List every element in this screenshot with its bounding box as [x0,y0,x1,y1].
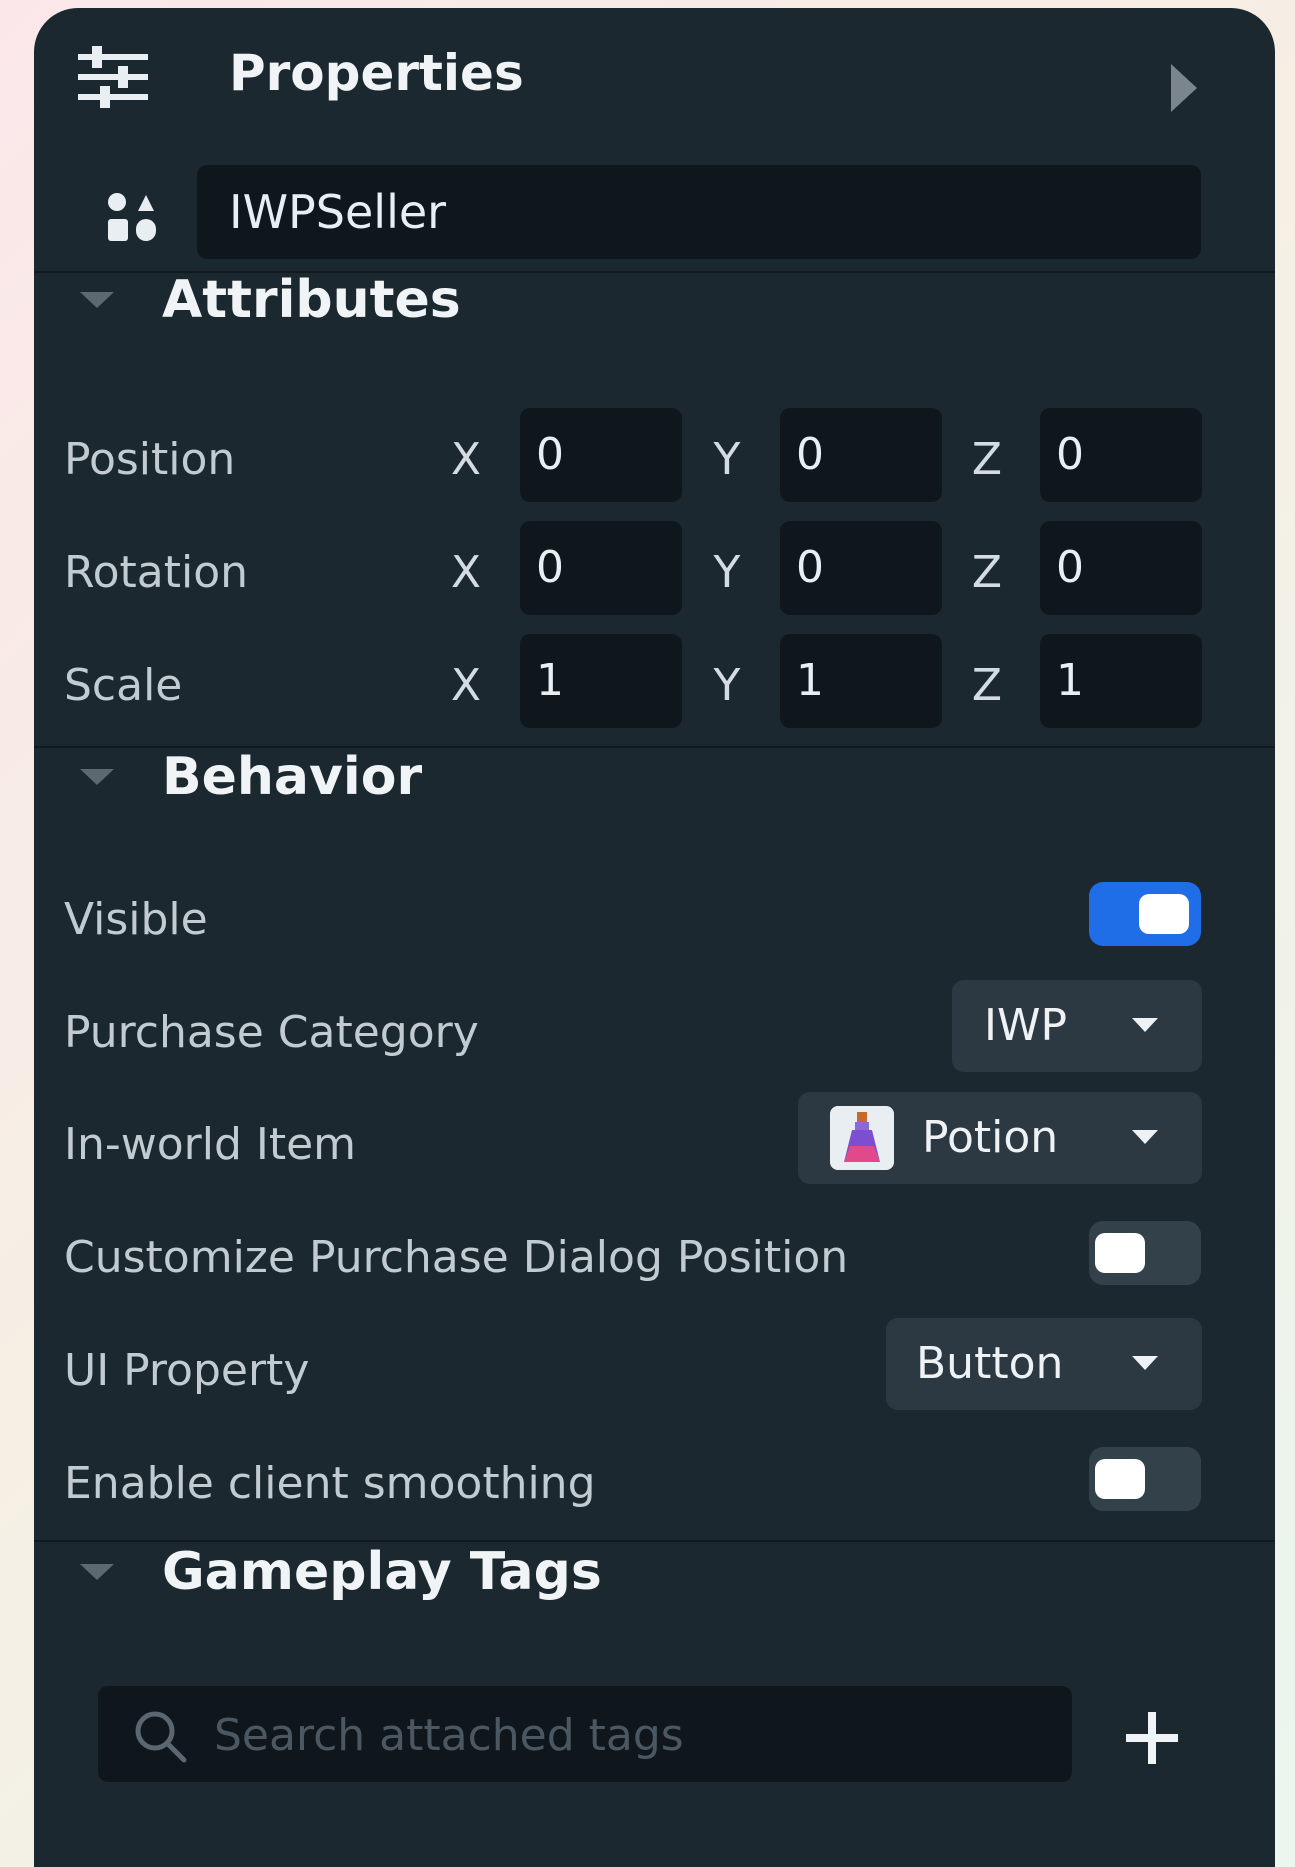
purchase-category-label: Purchase Category [64,1007,479,1058]
axis-z-label: Z [971,547,1003,598]
axis-y-label: Y [713,434,741,485]
client-smoothing-toggle[interactable] [1089,1447,1201,1511]
collapse-panel-icon[interactable] [1171,64,1197,112]
properties-panel: Properties IWPSeller Attributes Position… [34,8,1275,1867]
chevron-down-icon [1132,1018,1158,1032]
ui-property-dropdown[interactable]: Button [886,1318,1202,1410]
visible-label: Visible [64,894,208,945]
rotation-y-field[interactable]: 0 [780,521,942,615]
tag-search-input[interactable] [212,1686,1056,1784]
gameplay-tags-section-header[interactable]: Gameplay Tags [34,1532,1275,1612]
chevron-down-icon [1132,1356,1158,1370]
customize-dialog-label: Customize Purchase Dialog Position [64,1232,849,1283]
axis-z-label: Z [971,660,1003,711]
customize-dialog-toggle[interactable] [1089,1221,1201,1285]
visible-toggle[interactable] [1089,882,1201,946]
toggle-knob [1095,1459,1145,1499]
search-icon [135,1711,187,1763]
toggle-knob [1095,1233,1145,1273]
section-title-behavior: Behavior [162,747,423,807]
add-tag-icon[interactable] [1124,1710,1180,1766]
scale-label: Scale [64,660,183,711]
axis-y-label: Y [713,660,741,711]
tag-search-box[interactable] [98,1686,1072,1784]
sliders-icon [78,46,148,108]
ui-property-value: Button [916,1338,1064,1389]
in-world-item-label: In-world Item [64,1119,357,1170]
client-smoothing-label: Enable client smoothing [64,1458,596,1509]
axis-x-label: X [450,434,482,485]
attributes-section-header[interactable]: Attributes [34,260,1275,340]
object-name-field[interactable]: IWPSeller [197,165,1201,259]
ui-property-label: UI Property [64,1345,310,1396]
axis-x-label: X [450,660,482,711]
collapse-caret-icon[interactable] [80,292,114,308]
rotation-x-field[interactable]: 0 [520,521,682,615]
scale-x-field[interactable]: 1 [520,634,682,728]
panel-header: Properties [34,8,1275,158]
collapse-caret-icon[interactable] [80,769,114,785]
section-title-gameplay-tags: Gameplay Tags [162,1542,602,1602]
object-type-icon [108,193,156,241]
collapse-caret-icon[interactable] [80,1564,114,1580]
purchase-category-value: IWP [984,1000,1068,1051]
scale-z-field[interactable]: 1 [1040,634,1202,728]
position-z-field[interactable]: 0 [1040,408,1202,502]
position-y-field[interactable]: 0 [780,408,942,502]
axis-y-label: Y [713,547,741,598]
potion-icon [830,1106,894,1170]
in-world-item-value: Potion [922,1112,1059,1163]
chevron-down-icon [1132,1130,1158,1144]
axis-z-label: Z [971,434,1003,485]
toggle-knob [1139,894,1189,934]
panel-title: Properties [229,44,524,102]
position-x-field[interactable]: 0 [520,408,682,502]
position-label: Position [64,434,236,485]
section-title-attributes: Attributes [162,270,461,330]
scale-y-field[interactable]: 1 [780,634,942,728]
purchase-category-dropdown[interactable]: IWP [952,980,1202,1072]
behavior-section-header[interactable]: Behavior [34,737,1275,817]
in-world-item-dropdown[interactable]: Potion [798,1092,1202,1184]
rotation-label: Rotation [64,547,249,598]
axis-x-label: X [450,547,482,598]
rotation-z-field[interactable]: 0 [1040,521,1202,615]
